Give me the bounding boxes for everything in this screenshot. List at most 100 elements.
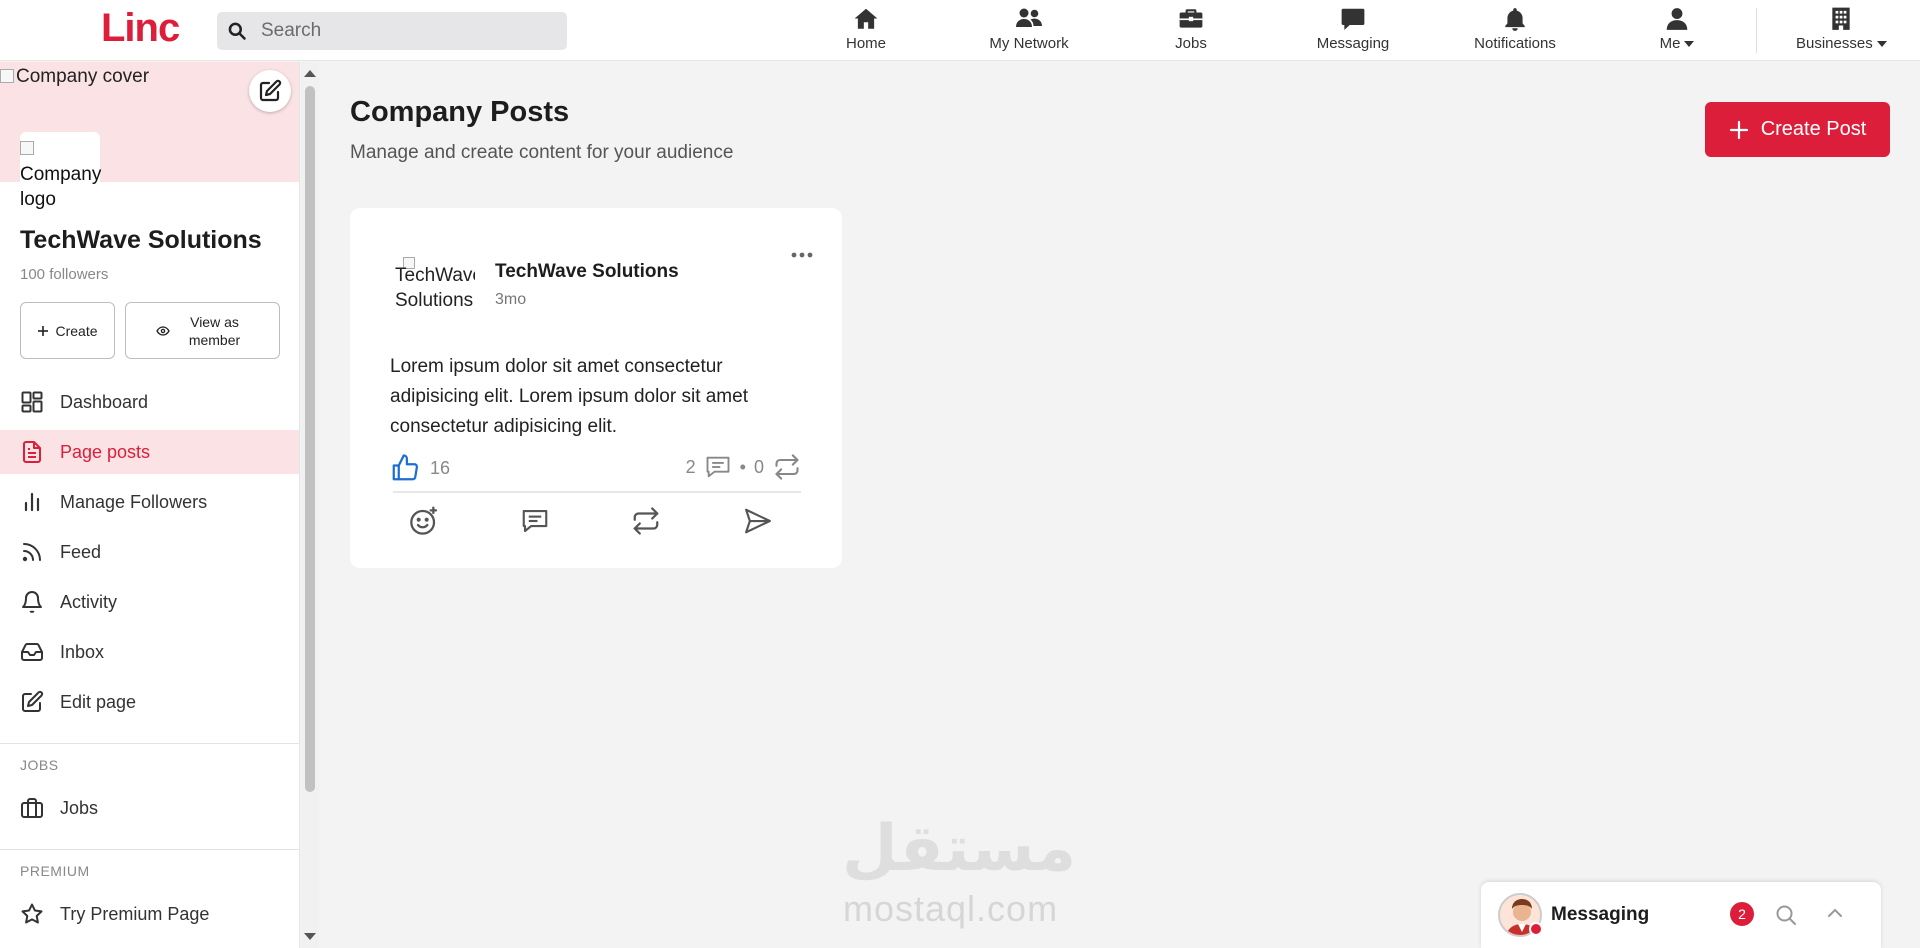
comment-button[interactable] — [515, 501, 555, 541]
plus-icon — [1729, 120, 1748, 139]
sidebar-item-feed[interactable]: Feed — [0, 530, 299, 574]
create-button[interactable]: Create — [20, 302, 115, 359]
nav-messaging[interactable]: Messaging — [1315, 6, 1391, 56]
create-button-label: Create — [55, 322, 98, 339]
star-icon — [21, 903, 43, 924]
post-divider — [393, 491, 801, 493]
messaging-search-button[interactable] — [1774, 903, 1798, 932]
jobs-section-title: JOBS — [20, 757, 59, 773]
repost-icon — [633, 507, 659, 535]
create-post-label: Create Post — [1760, 118, 1867, 140]
sidebar-item-label: Feed — [60, 541, 102, 562]
thumbs-up-icon — [392, 454, 418, 481]
document-icon — [23, 441, 41, 463]
search-box[interactable] — [217, 12, 567, 50]
building-icon — [1832, 7, 1850, 30]
sidebar-item-manage-followers[interactable]: Manage Followers — [0, 480, 299, 524]
reposts-count: 0 — [753, 456, 764, 477]
comment-icon — [522, 509, 548, 533]
post-more-options-button[interactable] — [791, 246, 813, 264]
react-button[interactable] — [404, 501, 444, 541]
nav-me[interactable]: Me — [1654, 6, 1700, 56]
send-button[interactable] — [738, 501, 778, 541]
comments-count: 2 — [685, 456, 696, 477]
nav-home[interactable]: Home — [840, 6, 892, 56]
nav-notifications[interactable]: Notifications — [1472, 6, 1558, 56]
more-horizontal-icon — [791, 252, 813, 258]
post-body-text: Lorem ipsum dolor sit amet consectetur a… — [390, 356, 748, 437]
top-navigation-bar: Linc Home My Network Jobs Messaging Noti… — [0, 0, 1920, 61]
messaging-widget[interactable]: Messaging 2 — [1481, 882, 1881, 948]
repost-button[interactable] — [626, 501, 666, 541]
search-icon — [228, 22, 246, 40]
chevron-down-icon — [1684, 41, 1695, 48]
briefcase-icon — [1179, 9, 1203, 28]
message-icon — [1341, 8, 1365, 30]
post-card: TechWave Solutions TechWave Solutions 3m… — [350, 208, 842, 568]
nav-notifications-label: Notifications — [1474, 35, 1556, 52]
view-as-member-label: View as member — [188, 313, 241, 348]
eye-icon — [155, 325, 170, 336]
nav-messaging-label: Messaging — [1316, 35, 1390, 52]
post-likes[interactable]: 16 — [390, 453, 450, 483]
sidebar-item-label: Jobs — [60, 797, 99, 818]
nav-jobs[interactable]: Jobs — [1168, 6, 1214, 56]
create-post-button[interactable]: Create Post — [1705, 102, 1890, 157]
nav-jobs-label: Jobs — [1175, 35, 1207, 52]
stats-separator: • — [739, 456, 746, 477]
post-timestamp: 3mo — [495, 291, 527, 308]
inbox-icon — [21, 643, 43, 661]
nav-businesses-text: Businesses — [1796, 35, 1873, 52]
sidebar-item-jobs[interactable]: Jobs — [0, 786, 299, 830]
likes-count: 16 — [430, 457, 451, 478]
post-engagement-stats: 2 • 0 — [686, 453, 802, 481]
sidebar-item-label: Manage Followers — [60, 491, 208, 512]
search-input[interactable] — [261, 12, 561, 50]
watermark-latin: mostaql.com — [843, 888, 1059, 929]
brand-logo[interactable]: Linc — [101, 6, 180, 51]
page-subtitle: Manage and create content for your audie… — [350, 142, 734, 163]
sidebar-item-page-posts[interactable]: Page posts — [0, 430, 299, 474]
broken-image-icon — [20, 141, 34, 155]
send-icon — [745, 508, 771, 534]
sidebar-divider — [0, 849, 299, 850]
followers-count: 100 followers — [20, 266, 109, 283]
emoji-react-icon — [410, 506, 438, 535]
nav-my-network[interactable]: My Network — [984, 6, 1074, 56]
company-logo: Company logo — [20, 132, 102, 212]
sidebar-item-edit-page[interactable]: Edit page — [0, 680, 299, 724]
cover-alt-text: Company cover — [0, 66, 149, 88]
post-author-name[interactable]: TechWave Solutions — [495, 261, 679, 283]
comment-icon — [706, 456, 730, 478]
sidebar-item-label: Try Premium Page — [60, 903, 210, 924]
scroll-down-arrow-icon[interactable] — [304, 933, 316, 940]
logo-alt-line2: logo — [20, 189, 56, 210]
sidebar-item-inbox[interactable]: Inbox — [0, 630, 299, 674]
sidebar-item-try-premium[interactable]: Try Premium Page — [0, 892, 299, 936]
sidebar-item-label: Inbox — [60, 641, 105, 662]
post-author-avatar[interactable]: TechWave Solutions — [395, 257, 475, 327]
view-as-member-button[interactable]: View as member — [125, 302, 280, 359]
edit-cover-button[interactable] — [249, 70, 291, 112]
nav-home-label: Home — [845, 35, 886, 52]
search-icon — [1776, 905, 1796, 925]
bell-icon — [1505, 8, 1525, 31]
sidebar-scrollbar-thumb[interactable] — [305, 86, 315, 792]
chevron-down-icon — [1876, 41, 1887, 48]
nav-me-label: Me — [1654, 35, 1700, 52]
logo-alt-line1: Company — [20, 164, 102, 185]
messaging-expand-button[interactable] — [1826, 906, 1844, 924]
nav-businesses[interactable]: Businesses — [1796, 6, 1887, 56]
sidebar-item-label: Activity — [60, 591, 118, 612]
briefcase-icon — [21, 798, 43, 818]
page-title: Company Posts — [350, 96, 570, 128]
sidebar-item-dashboard[interactable]: Dashboard — [0, 380, 299, 424]
messaging-label: Messaging — [1551, 904, 1650, 925]
watermark-arabic: مستقل — [842, 812, 1077, 886]
broken-image-icon — [0, 69, 14, 83]
nav-me-text: Me — [1659, 35, 1681, 52]
scroll-up-arrow-icon[interactable] — [304, 70, 316, 77]
sidebar-item-activity[interactable]: Activity — [0, 580, 299, 624]
company-name: TechWave Solutions — [20, 226, 262, 254]
avatar-alt-line1: TechWave — [395, 265, 475, 286]
